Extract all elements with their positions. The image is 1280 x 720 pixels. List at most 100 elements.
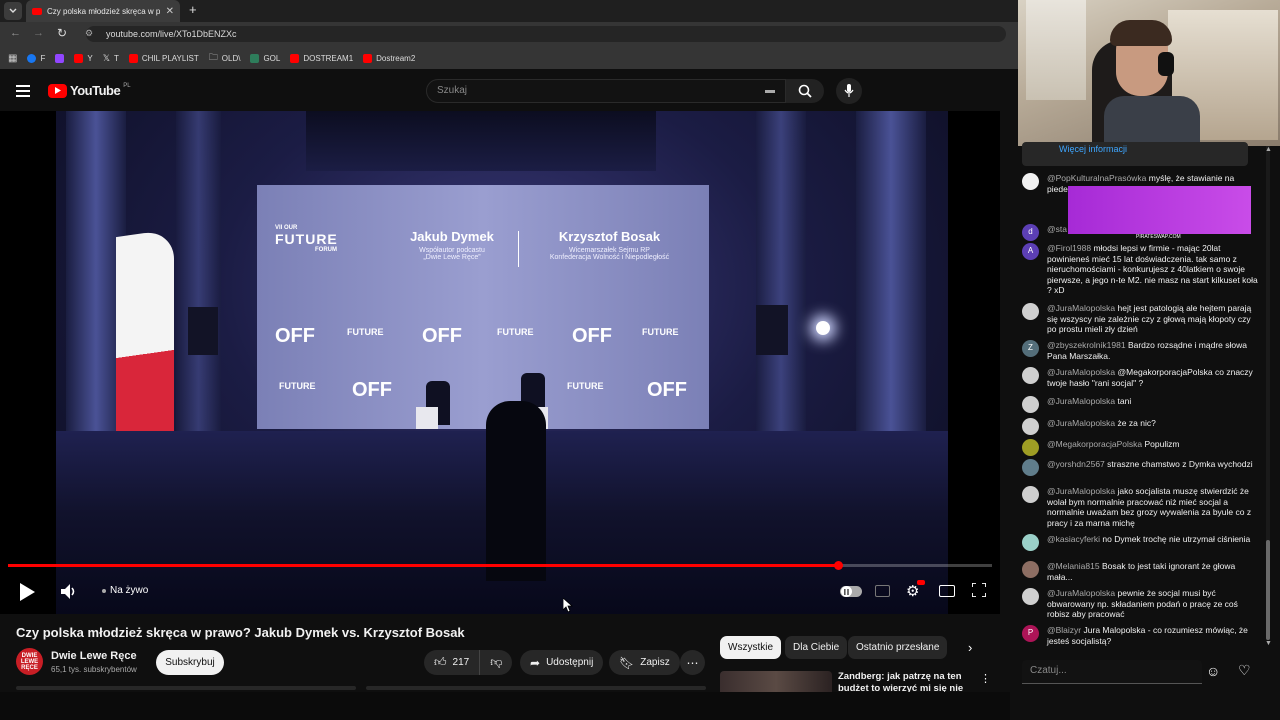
bookmark-gol[interactable]: GOL <box>250 53 280 63</box>
bookmark-f[interactable]: F <box>27 53 45 63</box>
youtube-logo[interactable]: YouTube PL <box>48 83 131 98</box>
recommendation-menu-icon[interactable]: ⋮ <box>980 672 991 685</box>
chip-recently-uploaded[interactable]: Ostatnio przesłane <box>848 636 948 659</box>
new-tab-icon[interactable]: + <box>189 2 197 17</box>
more-info-link[interactable]: Więcej informacji <box>1059 144 1127 154</box>
progress-bar[interactable] <box>8 564 992 567</box>
twitch-icon <box>55 53 65 63</box>
like-button[interactable]: 👍︎ 217 <box>424 650 481 675</box>
live-indicator[interactable]: Na żywo <box>102 585 148 596</box>
bookmark-chil-playlist[interactable]: CHIL PLAYLIST <box>128 53 199 63</box>
chat-avatar[interactable] <box>1022 173 1039 190</box>
volume-button[interactable] <box>61 584 78 604</box>
chat-author[interactable]: @zbyszekrolnik1981 <box>1047 340 1126 350</box>
chat-avatar[interactable] <box>1022 367 1039 384</box>
bookmark-dostream1[interactable]: DOSTREAM1 <box>290 53 353 63</box>
reload-icon[interactable]: ↻ <box>57 26 67 40</box>
bookmark-dostream2[interactable]: Dostream2 <box>363 53 415 63</box>
site-info-icon[interactable]: ⚙ <box>85 28 93 39</box>
chat-author[interactable]: @kasiacyferki <box>1047 534 1100 544</box>
emoji-icon[interactable]: ☺ <box>1206 663 1220 679</box>
chat-author[interactable]: @PopKulturalnaPrasówka <box>1047 173 1146 183</box>
fullscreen-icon[interactable] <box>971 582 987 602</box>
chip-for-you[interactable]: Dla Ciebie <box>785 636 848 659</box>
chat-avatar[interactable] <box>1022 396 1039 413</box>
speaker2-role-2: Konfederacja Wolność i Niepodległość <box>549 254 670 261</box>
more-info-banner[interactable]: Więcej informacji <box>1022 142 1248 166</box>
keyboard-icon[interactable]: ▬ <box>765 85 775 96</box>
search-button[interactable] <box>786 79 824 103</box>
search-input[interactable]: Szukaj ▬ <box>426 79 786 103</box>
back-icon[interactable]: ← <box>10 27 21 39</box>
chat-avatar[interactable] <box>1022 561 1039 578</box>
chat-avatar[interactable]: d <box>1022 224 1039 241</box>
chat-avatar[interactable] <box>1022 486 1039 503</box>
chat-author[interactable]: @JuraMalopolska <box>1047 588 1115 598</box>
bookmark-t[interactable]: 𝕏T <box>103 53 119 64</box>
chat-message-body: @Firol1988 młodsi lepsi w firmie - mając… <box>1047 243 1258 296</box>
chat-author[interactable]: @Blaizyr <box>1047 625 1081 635</box>
chat-avatar[interactable] <box>1022 588 1039 605</box>
chat-author[interactable]: @JuraMalopolska <box>1047 367 1115 377</box>
hamburger-menu-icon[interactable] <box>16 84 30 102</box>
chat-message-body: @kasiacyferki no Dymek trochę nie utrzym… <box>1047 534 1258 551</box>
dislike-button[interactable]: 👎︎ <box>480 650 512 675</box>
save-button[interactable]: 🔖︎ Zapisz <box>609 650 680 675</box>
scroll-up-icon[interactable]: ▲ <box>1265 146 1272 153</box>
share-button[interactable]: ➦ Udostępnij <box>520 650 604 675</box>
close-tab-icon[interactable]: ✕ <box>166 6 174 17</box>
x-icon: 𝕏 <box>102 52 110 63</box>
off-logo: OFF <box>572 325 612 347</box>
chat-author[interactable]: @sta <box>1047 224 1067 234</box>
channel-avatar[interactable]: DWIE LEWE RĘCE <box>16 648 43 675</box>
miniplayer-icon[interactable] <box>939 585 955 597</box>
chat-author[interactable]: @JuraMalopolska <box>1047 396 1115 406</box>
chat-avatar[interactable] <box>1022 439 1039 456</box>
scrubber-handle[interactable] <box>834 561 843 570</box>
chip-all[interactable]: Wszystkie <box>720 636 781 659</box>
bookmark-twitch[interactable] <box>55 53 65 63</box>
video-player[interactable]: VII OUR FUTURE FORUM Jakub Dymek Współau… <box>0 111 1000 614</box>
play-button[interactable] <box>18 583 36 606</box>
chat-message-body: @JuraMalopolska hejt jest patologią ale … <box>1047 303 1258 335</box>
tab-list-button[interactable] <box>4 2 22 20</box>
chat-avatar[interactable] <box>1022 303 1039 320</box>
chat-scrollbar-thumb[interactable] <box>1266 540 1270 640</box>
heart-icon[interactable]: ♡ <box>1238 662 1251 679</box>
forward-icon[interactable]: → <box>33 27 44 39</box>
channel-name[interactable]: Dwie Lewe Ręce <box>51 650 137 662</box>
chat-avatar[interactable] <box>1022 459 1039 476</box>
scroll-down-icon[interactable]: ▼ <box>1265 640 1272 647</box>
speaker2-role: Wicemarszałek Sejmu RP <box>569 247 650 254</box>
chat-avatar[interactable] <box>1022 418 1039 435</box>
chat-avatar[interactable]: A <box>1022 243 1039 260</box>
chat-author[interactable]: @yorshdn2567 <box>1047 459 1105 469</box>
stage-chair <box>416 407 438 429</box>
subtitles-icon[interactable] <box>875 585 890 597</box>
bookmark-folder-old[interactable]: 🗀 OLD\ <box>209 50 241 66</box>
chat-author[interactable]: @JuraMalopolska <box>1047 486 1115 496</box>
apps-grid-icon[interactable]: ▦ <box>8 53 17 64</box>
chat-author[interactable]: @Melania815 <box>1047 561 1100 571</box>
subscribe-button[interactable]: Subskrybuj <box>156 650 224 675</box>
browser-tab[interactable]: Czy polska młodzież skręca w p ✕ <box>26 0 180 22</box>
autoplay-toggle[interactable] <box>840 586 862 597</box>
recommendation-title[interactable]: Zandberg: jak patrzę na ten budżet to wi… <box>838 671 968 693</box>
chevron-right-icon[interactable]: › <box>968 640 972 655</box>
more-actions-icon[interactable]: ⋯ <box>680 650 705 675</box>
chat-avatar[interactable] <box>1022 534 1039 551</box>
voice-search-button[interactable] <box>836 78 862 104</box>
chat-author[interactable]: @JuraMalopolska <box>1047 418 1115 428</box>
chat-avatar[interactable]: Z <box>1022 340 1039 357</box>
chat-author[interactable]: @MegakorporacjaPolska <box>1047 439 1142 449</box>
sponsored-overlay-ad[interactable]: PIRATESWAP.COM <box>1068 186 1251 240</box>
chevron-down-icon <box>9 8 17 13</box>
chat-input[interactable]: Czatuj... <box>1022 660 1202 684</box>
address-bar[interactable]: ⚙ youtube.com/live/XTo1DbENZXc <box>85 26 1006 42</box>
future-logo-small: FUTURE <box>279 381 316 391</box>
chat-avatar[interactable]: P <box>1022 625 1039 642</box>
chat-author[interactable]: @JuraMalopolska <box>1047 303 1115 313</box>
bookmark-y[interactable]: Y <box>74 53 93 63</box>
youtube-icon <box>74 53 84 63</box>
chat-author[interactable]: @Firol1988 <box>1047 243 1091 253</box>
